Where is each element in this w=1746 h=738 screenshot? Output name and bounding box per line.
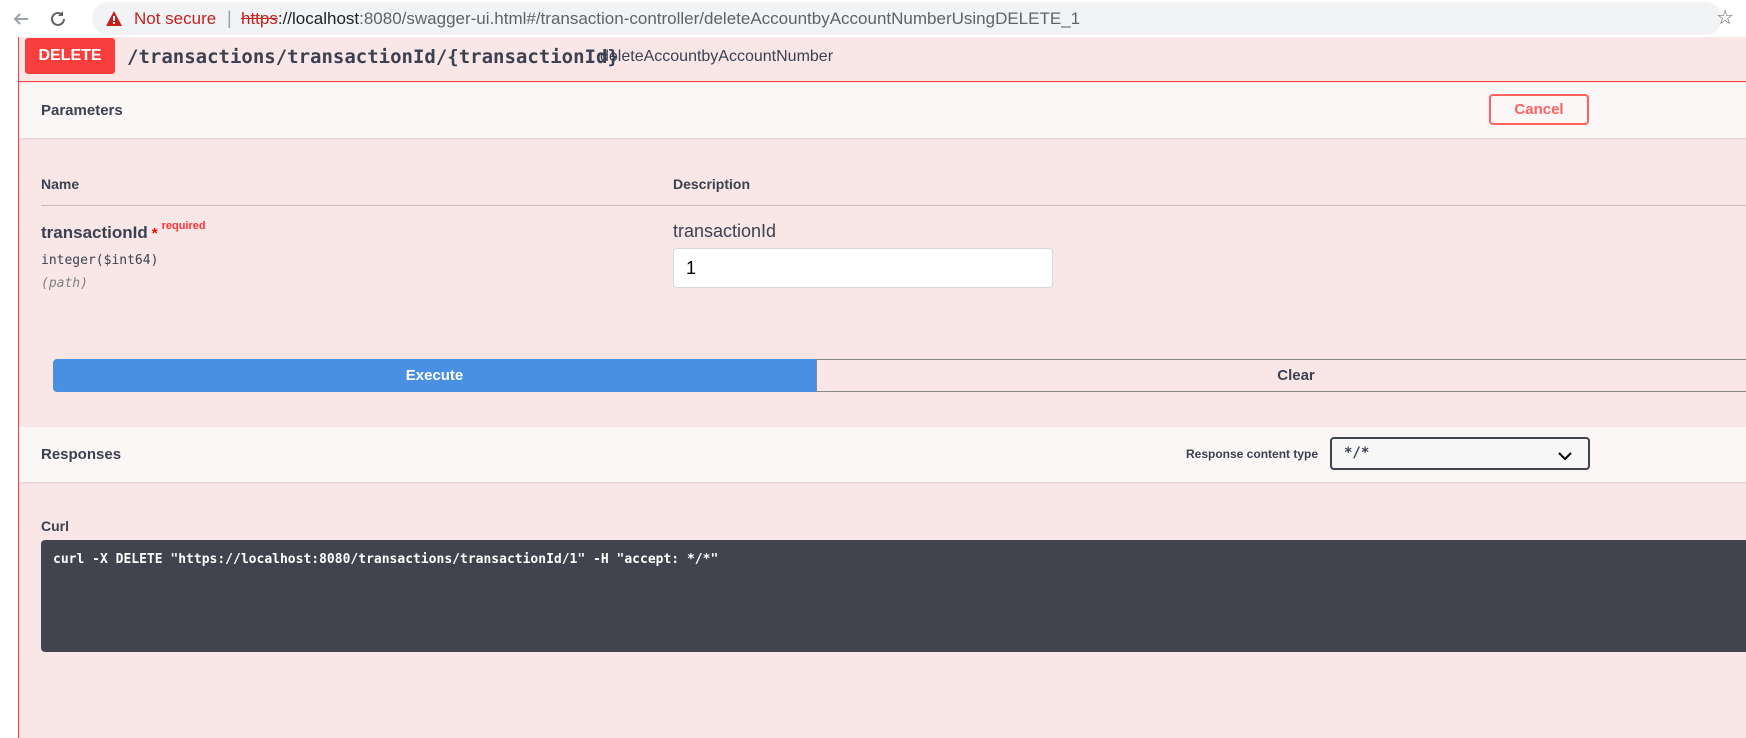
curl-command: curl -X DELETE "https://localhost:8080/t… (53, 552, 719, 567)
url-host: ://localhost (277, 9, 360, 28)
address-bar[interactable]: Not secure | https://localhost:8080/swag… (92, 2, 1722, 35)
star-icon[interactable]: ☆ (1716, 5, 1734, 30)
operation-block: DELETE /transactions/transactionId/{tran… (18, 37, 1746, 738)
browser-toolbar: Not secure | https://localhost:8080/swag… (0, 0, 1746, 37)
clear-button[interactable]: Clear (816, 359, 1746, 392)
header-divider (41, 205, 1746, 206)
security-label[interactable]: Not secure (134, 9, 216, 29)
parameter-name: transactionId * required (41, 220, 206, 243)
url-rest: :8080/swagger-ui.html#/transaction-contr… (359, 9, 1081, 28)
operation-summary[interactable]: DELETE /transactions/transactionId/{tran… (19, 37, 1746, 82)
cancel-button[interactable]: Cancel (1489, 94, 1589, 125)
back-arrow-icon[interactable] (8, 6, 34, 32)
response-content-type-label: Response content type (1186, 447, 1319, 461)
operation-path: /transactions/transactionId/{transaction… (127, 46, 619, 68)
reload-icon[interactable] (45, 6, 71, 32)
execute-button[interactable]: Execute (53, 359, 816, 392)
url-scheme: https (241, 9, 278, 28)
transaction-id-input[interactable] (673, 248, 1053, 288)
curl-code-block[interactable]: curl -X DELETE "https://localhost:8080/t… (41, 540, 1746, 652)
parameters-header: Parameters Cancel (19, 83, 1746, 138)
responses-title: Responses (41, 446, 122, 463)
curl-label: Curl (41, 518, 69, 534)
method-badge: DELETE (25, 38, 115, 74)
parameter-location: (path) (41, 276, 88, 291)
column-header-name: Name (41, 176, 80, 192)
parameters-title: Parameters (41, 102, 123, 119)
parameter-name-text: transactionId (41, 223, 148, 242)
warning-icon (106, 11, 122, 31)
omnibox-separator: | (227, 8, 232, 28)
content-type-value: */* (1344, 445, 1370, 461)
required-label: required (161, 220, 206, 232)
parameter-type: integer($int64) (41, 253, 159, 268)
column-header-description: Description (673, 176, 751, 192)
response-content-type-select[interactable]: */* (1330, 437, 1590, 470)
responses-header: Responses Response content type */* (19, 427, 1746, 482)
operation-id: deleteAccountbyAccountNumber (600, 48, 834, 65)
required-star: * (151, 225, 158, 242)
chevron-down-icon (1558, 448, 1572, 466)
url-text[interactable]: https://localhost:8080/swagger-ui.html#/… (241, 9, 1080, 29)
parameter-description: transactionId (673, 221, 777, 241)
